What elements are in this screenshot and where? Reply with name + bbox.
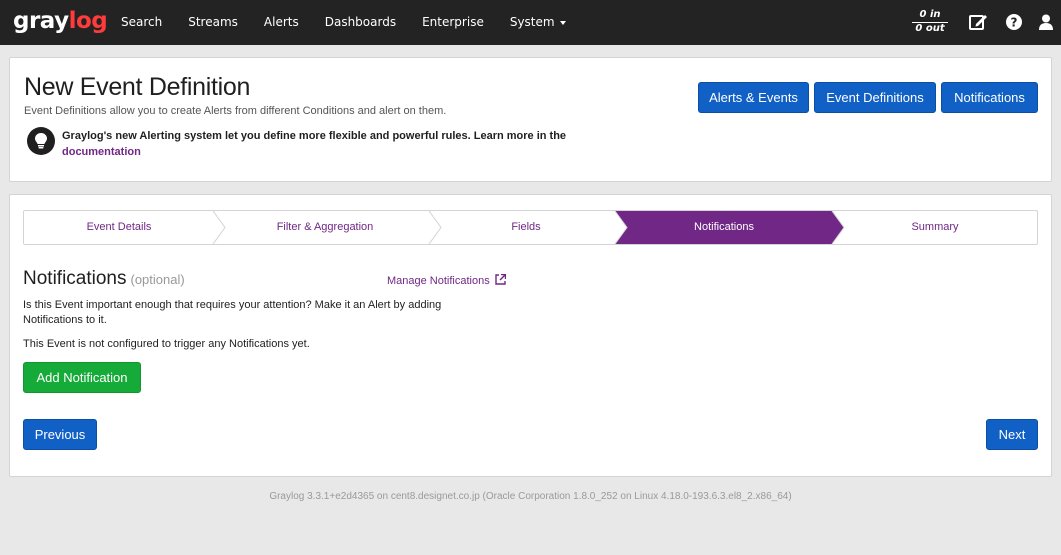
step-fields[interactable]: Fields	[436, 211, 616, 244]
wizard-steps: Event Details Filter & Aggregation Field…	[23, 210, 1038, 245]
nav-streams[interactable]: Streams	[175, 0, 251, 45]
notifications-status: This Event is not configured to trigger …	[23, 338, 310, 350]
alerting-info: Graylog's new Alerting system let you de…	[62, 128, 622, 160]
optional-label: (optional)	[130, 272, 185, 287]
step-filter-aggregation[interactable]: Filter & Aggregation	[220, 211, 430, 244]
throughput-in: 0 in	[912, 9, 948, 23]
footer-version: Graylog 3.3.1+e2d4365 on cent8.designet.…	[269, 491, 792, 502]
nav-search[interactable]: Search	[108, 0, 175, 45]
add-notification-button[interactable]: Add Notification	[23, 362, 141, 393]
notifications-heading: Notifications (optional)	[23, 267, 185, 292]
edit-icon[interactable]	[968, 12, 988, 32]
svg-text:?: ?	[1011, 16, 1018, 30]
external-link-icon	[495, 273, 506, 285]
event-wizard-panel: Event Details Filter & Aggregation Field…	[9, 194, 1052, 477]
nav-links: Search Streams Alerts Dashboards Enterpr…	[108, 0, 579, 45]
step-notifications[interactable]: Notifications	[624, 211, 824, 244]
caret-down-icon	[559, 20, 566, 25]
step-summary[interactable]: Summary	[840, 211, 1030, 244]
nav-alerts[interactable]: Alerts	[251, 0, 312, 45]
next-button[interactable]: Next	[986, 419, 1038, 450]
top-navbar: graylog Search Streams Alerts Dashboards…	[0, 0, 1061, 45]
page-header-panel: New Event Definition Event Definitions a…	[9, 57, 1052, 182]
notifications-prompt: Is this Event important enough that requ…	[23, 299, 442, 326]
throughput-out: 0 out	[915, 23, 945, 34]
throughput-indicator[interactable]: 0 in 0 out	[912, 9, 948, 35]
lightbulb-icon	[27, 127, 55, 155]
alerts-events-button[interactable]: Alerts & Events	[698, 82, 809, 113]
nav-system[interactable]: System	[497, 0, 579, 45]
manage-notifications-label: Manage Notifications	[387, 275, 490, 287]
previous-button[interactable]: Previous	[23, 419, 97, 450]
nav-enterprise[interactable]: Enterprise	[409, 0, 497, 45]
notifications-button[interactable]: Notifications	[941, 82, 1038, 113]
manage-notifications-link[interactable]: Manage Notifications	[387, 273, 506, 287]
step-event-details[interactable]: Event Details	[24, 211, 214, 244]
page-title: New Event Definition	[24, 73, 251, 101]
documentation-link[interactable]: documentation	[62, 146, 141, 158]
notifications-title: Notifications	[23, 268, 127, 289]
nav-system-label: System	[509, 15, 555, 29]
help-icon[interactable]: ?	[1004, 12, 1024, 32]
event-definitions-button[interactable]: Event Definitions	[814, 82, 936, 113]
nav-dashboards[interactable]: Dashboards	[312, 0, 409, 45]
page-description: Event Definitions allow you to create Al…	[24, 105, 447, 117]
graylog-logo[interactable]: graylog	[13, 9, 108, 33]
user-icon[interactable]	[1036, 12, 1056, 32]
alerting-info-text: Graylog's new Alerting system let you de…	[62, 130, 567, 142]
